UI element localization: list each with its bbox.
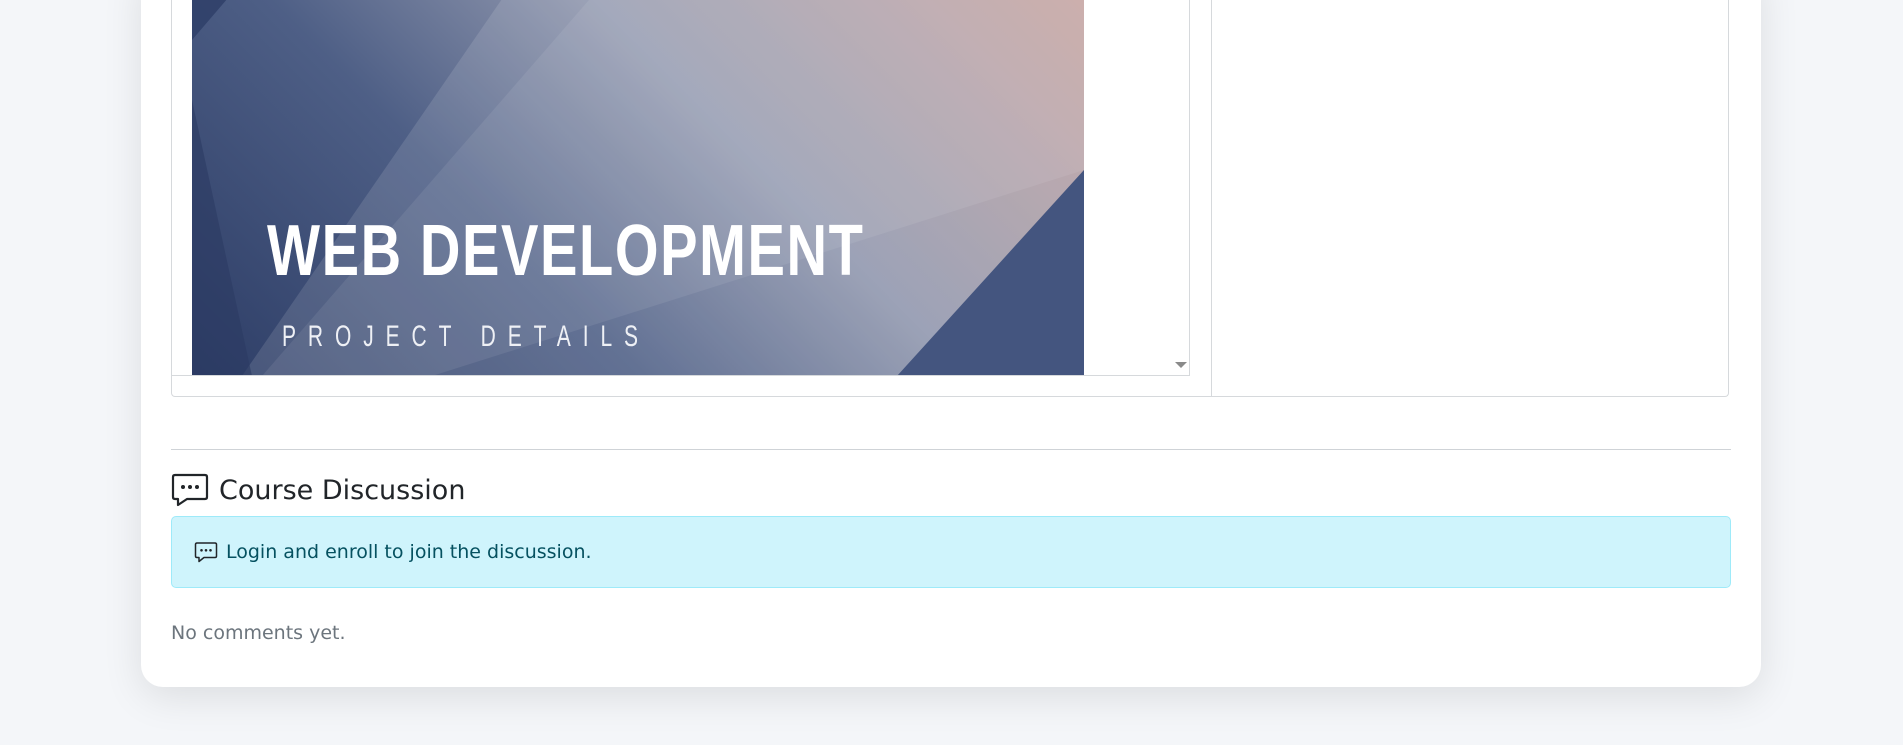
document-viewer-panel: WEB DEVELOPMENT PROJECT DETAILS: [171, 0, 1729, 397]
panel-divider: [1211, 0, 1212, 397]
discussion-heading: Course Discussion: [171, 472, 465, 508]
scroll-down-arrow-icon[interactable]: [1175, 362, 1187, 368]
course-card: WEB DEVELOPMENT PROJECT DETAILS Course D…: [141, 0, 1761, 687]
chat-dots-icon: [171, 473, 209, 507]
slide-preview: WEB DEVELOPMENT PROJECT DETAILS: [192, 0, 1084, 375]
slide-title: WEB DEVELOPMENT: [267, 211, 865, 291]
login-alert: Login and enroll to join the discussion.: [171, 516, 1731, 588]
login-alert-text: Login and enroll to join the discussion.: [226, 541, 592, 563]
discussion-title: Course Discussion: [219, 474, 466, 506]
chat-dots-icon: [194, 542, 218, 563]
empty-comments-text: No comments yet.: [171, 622, 346, 644]
section-divider: [171, 449, 1731, 450]
slide-subtitle: PROJECT DETAILS: [282, 320, 650, 353]
document-viewer[interactable]: WEB DEVELOPMENT PROJECT DETAILS: [172, 0, 1190, 376]
